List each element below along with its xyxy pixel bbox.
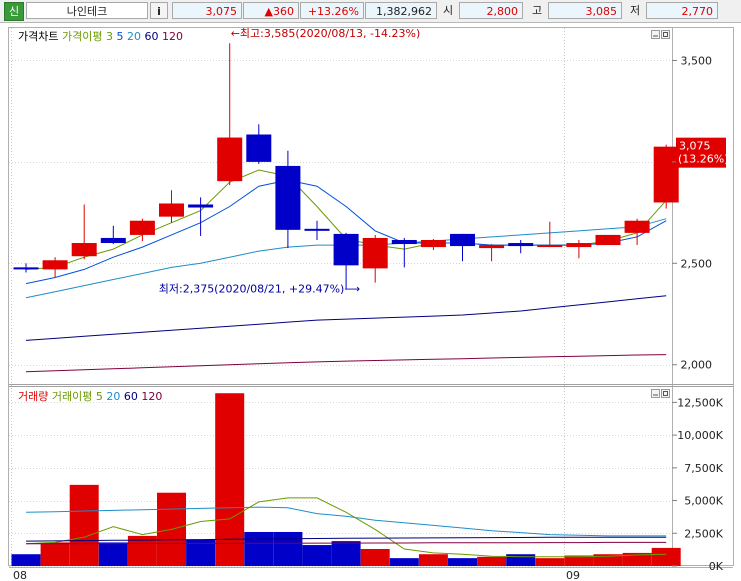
volume-legend: 거래량 거래이평 5 20 60 120 (18, 390, 162, 403)
candle-body (450, 233, 475, 247)
price-axis-label: 2,500 (681, 257, 713, 270)
volume-pane-minimize-button[interactable] (651, 389, 660, 398)
candle-body (479, 245, 505, 249)
candle-body (217, 137, 243, 182)
legend-item[interactable]: 60 (124, 390, 138, 403)
volume-bar (418, 554, 448, 566)
current-price-label: 3,075 (679, 140, 711, 153)
legend-item[interactable]: 120 (162, 30, 183, 43)
candle-body (42, 260, 68, 270)
volume-axis-label: 10,000K (677, 429, 723, 442)
legend-item[interactable]: 가격차트 (18, 30, 58, 43)
candle-body (100, 237, 126, 244)
candle-body (595, 234, 621, 246)
candle-body (566, 243, 592, 248)
legend-item[interactable]: 60 (144, 30, 158, 43)
low-price: 2,770 (646, 2, 718, 19)
price-change: ▲360 (243, 2, 299, 19)
open-label: 시 (442, 4, 454, 17)
candle-body (188, 204, 214, 208)
candle-body (653, 146, 679, 203)
candle-body (333, 233, 359, 266)
price-axis-label: 2,000 (681, 359, 713, 372)
low-annotation: 최저:2,375(2020/08/21, +29.47%)⟶ (159, 283, 361, 296)
candle-body (71, 243, 97, 257)
legend-item[interactable]: 가격이평 (62, 30, 102, 43)
x-axis-ticks: 08 09 (13, 569, 580, 581)
candle-body (508, 243, 534, 247)
volume-bar (40, 542, 70, 566)
volume-bar (506, 554, 536, 566)
price-pane-maximize-button[interactable] (661, 30, 670, 39)
volume-bar (302, 545, 332, 566)
price-axis-label: 3,500 (681, 54, 713, 67)
stock-name-field[interactable]: 나인테크 (26, 2, 148, 19)
volume-bar (651, 547, 681, 566)
candle-body (537, 245, 563, 248)
open-price: 2,800 (459, 2, 523, 19)
volume-bar (98, 542, 128, 566)
legend-item[interactable]: 20 (106, 390, 120, 403)
price-pane-minimize-button[interactable] (651, 30, 660, 39)
volume-bar (360, 548, 390, 566)
legend-item[interactable]: 거래량 (18, 390, 48, 403)
legend-item[interactable]: 5 (116, 30, 123, 43)
volume-bar (477, 556, 507, 566)
candle-body (275, 165, 301, 230)
volume-bar (215, 393, 245, 566)
legend-item[interactable]: 20 (127, 30, 141, 43)
price-legend: 가격차트 가격이평 3 5 20 60 120 (18, 30, 183, 43)
volume-axis-label: 2,500K (684, 527, 723, 540)
market-badge: 신 (4, 2, 24, 21)
volume-axis-label: 12,500K (677, 396, 723, 409)
quote-bar: 신 나인테크 i 3,075 ▲360 +13.26% 1,382,962 시 … (0, 0, 741, 23)
volume-bar (448, 558, 477, 566)
low-label: 저 (629, 4, 641, 17)
candle-body (362, 237, 388, 269)
candle-body (129, 220, 155, 235)
current-price: 3,075 (172, 2, 242, 19)
high-label: 고 (531, 4, 543, 17)
volume-bar (389, 558, 419, 566)
candle-body (391, 239, 417, 245)
info-button[interactable]: i (150, 2, 168, 19)
legend-item[interactable]: 120 (141, 390, 162, 403)
candle-body (304, 228, 330, 231)
candle-body (159, 203, 184, 217)
legend-item[interactable]: 3 (106, 30, 113, 43)
volume-axis-label: 5,000K (684, 495, 723, 508)
chart-frame (8, 27, 734, 566)
volume-bar (11, 554, 41, 566)
x-axis-label: 08 (13, 569, 27, 581)
candle-body (13, 267, 39, 270)
volume-pane-maximize-button[interactable] (661, 389, 670, 398)
volume-bar (244, 531, 274, 566)
candle-body (420, 239, 446, 248)
current-price-change-label: (13.26%) (678, 153, 729, 166)
high-annotation: ←최고:3,585(2020/08/13, -14.23%) (231, 27, 421, 40)
trade-volume: 1,382,962 (365, 2, 437, 19)
candle-body (624, 220, 650, 233)
high-price: 3,085 (548, 2, 622, 19)
volume-axis-label: 0K (709, 560, 724, 573)
volume-bar (331, 541, 361, 566)
candle-body (246, 134, 272, 162)
stock-chart[interactable]: 2,0002,5003,0003,5000K2,500K5,000K7,500K… (0, 22, 741, 581)
volume-bar (273, 531, 303, 566)
volume-bar (535, 558, 565, 566)
legend-item[interactable]: 거래이평 (52, 390, 92, 403)
volume-bar (69, 484, 99, 566)
legend-item[interactable]: 5 (96, 390, 103, 403)
x-axis-label: 09 (566, 569, 580, 581)
volume-axis-label: 7,500K (684, 462, 723, 475)
price-change-percent: +13.26% (300, 2, 364, 19)
